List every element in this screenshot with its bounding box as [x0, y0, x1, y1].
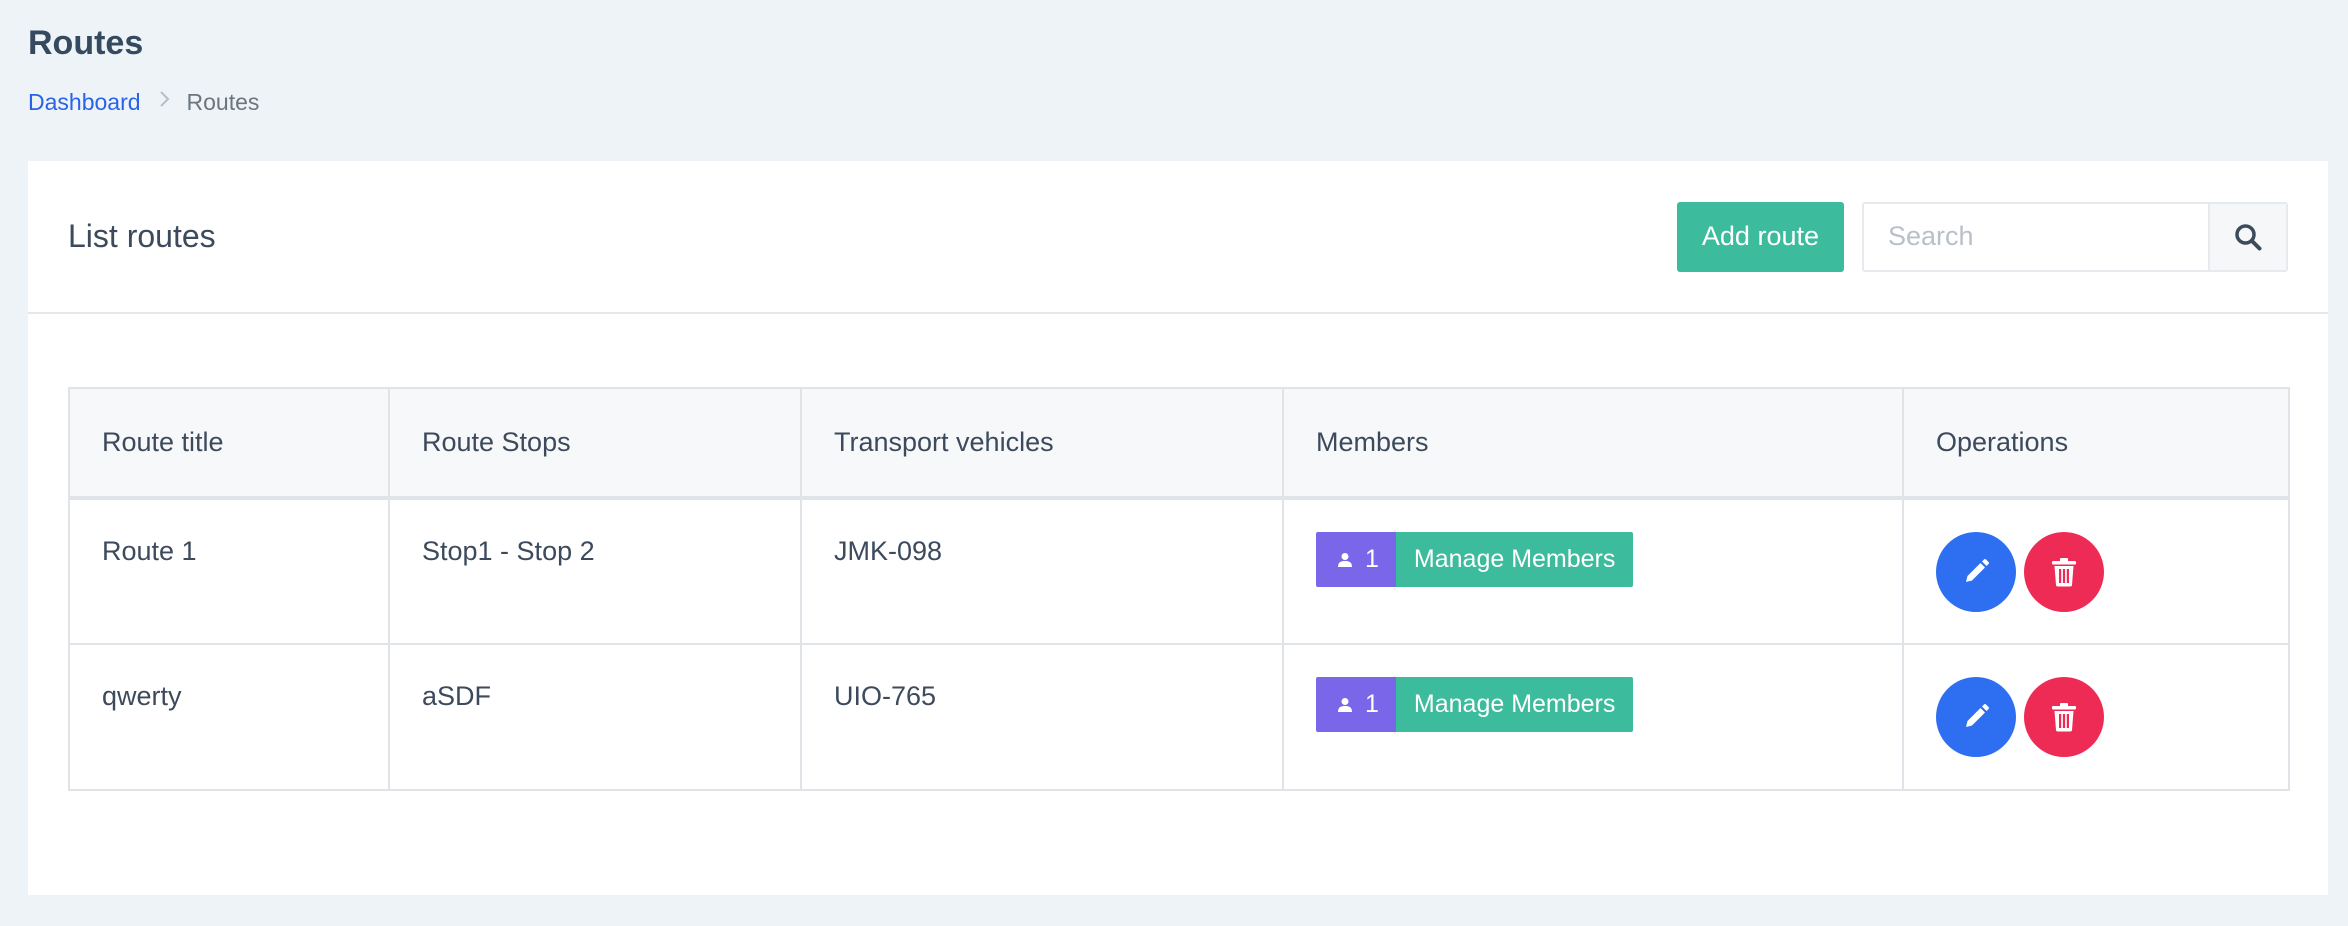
trash-icon	[2052, 703, 2076, 732]
page-header: Routes Dashboard Routes	[28, 20, 259, 116]
route-title-cell: Route 1	[68, 497, 390, 645]
operations-cell	[1902, 643, 2290, 791]
add-route-button[interactable]: Add route	[1676, 201, 1844, 272]
table-header-row: Route title Route Stops Transport vehicl…	[68, 387, 2290, 500]
search-icon	[2235, 223, 2262, 250]
breadcrumb-current: Routes	[186, 89, 260, 115]
members-group: 1 Manage Members	[1316, 532, 1870, 587]
user-icon	[1338, 697, 1352, 712]
table-row: qwerty aSDF UIO-765 1 Manage Members	[68, 643, 2290, 791]
breadcrumb: Dashboard Routes	[28, 88, 259, 116]
operations-cell	[1902, 497, 2290, 645]
card-title: List routes	[68, 218, 216, 254]
member-count-badge: 1	[1316, 532, 1396, 587]
routes-table-wrapper: Route title Route Stops Transport vehicl…	[68, 387, 2290, 791]
edit-button[interactable]	[1936, 677, 2016, 757]
card-header: List routes Add route	[28, 161, 2328, 314]
member-count-badge: 1	[1316, 677, 1396, 732]
table-row: Route 1 Stop1 - Stop 2 JMK-098 1 Manage …	[68, 497, 2290, 645]
chevron-right-icon	[159, 88, 171, 116]
user-icon	[1338, 552, 1352, 567]
delete-button[interactable]	[2024, 532, 2104, 612]
operations-group	[1936, 532, 2256, 612]
transport-vehicles-cell: UIO-765	[800, 643, 1284, 791]
page-title: Routes	[28, 24, 144, 62]
transport-vehicles-cell: JMK-098	[800, 497, 1284, 645]
route-stops-cell: aSDF	[388, 643, 802, 791]
member-count: 1	[1365, 545, 1379, 573]
manage-members-button[interactable]: Manage Members	[1395, 677, 1634, 732]
search-button[interactable]	[2208, 203, 2286, 270]
pencil-icon	[1966, 559, 1989, 582]
search-group	[1862, 201, 2288, 272]
edit-button[interactable]	[1936, 532, 2016, 612]
operations-group	[1936, 677, 2256, 757]
members-cell: 1 Manage Members	[1282, 643, 1904, 791]
route-stops-cell: Stop1 - Stop 2	[388, 497, 802, 645]
delete-button[interactable]	[2024, 677, 2104, 757]
members-group: 1 Manage Members	[1316, 677, 1870, 732]
routes-table: Route title Route Stops Transport vehicl…	[68, 387, 2290, 791]
search-input[interactable]	[1864, 203, 2208, 270]
column-header-members: Members	[1282, 387, 1904, 500]
route-title-cell: qwerty	[68, 643, 390, 791]
manage-members-button[interactable]: Manage Members	[1395, 532, 1634, 587]
routes-card: List routes Add route Route title Route …	[28, 161, 2328, 895]
column-header-route-title: Route title	[68, 387, 390, 500]
column-header-transport-vehicles: Transport vehicles	[800, 387, 1284, 500]
trash-icon	[2052, 558, 2076, 587]
pencil-icon	[1966, 704, 1989, 727]
member-count: 1	[1365, 690, 1379, 718]
breadcrumb-dashboard-link[interactable]: Dashboard	[28, 88, 141, 116]
column-header-operations: Operations	[1902, 387, 2290, 500]
column-header-route-stops: Route Stops	[388, 387, 802, 500]
members-cell: 1 Manage Members	[1282, 497, 1904, 645]
